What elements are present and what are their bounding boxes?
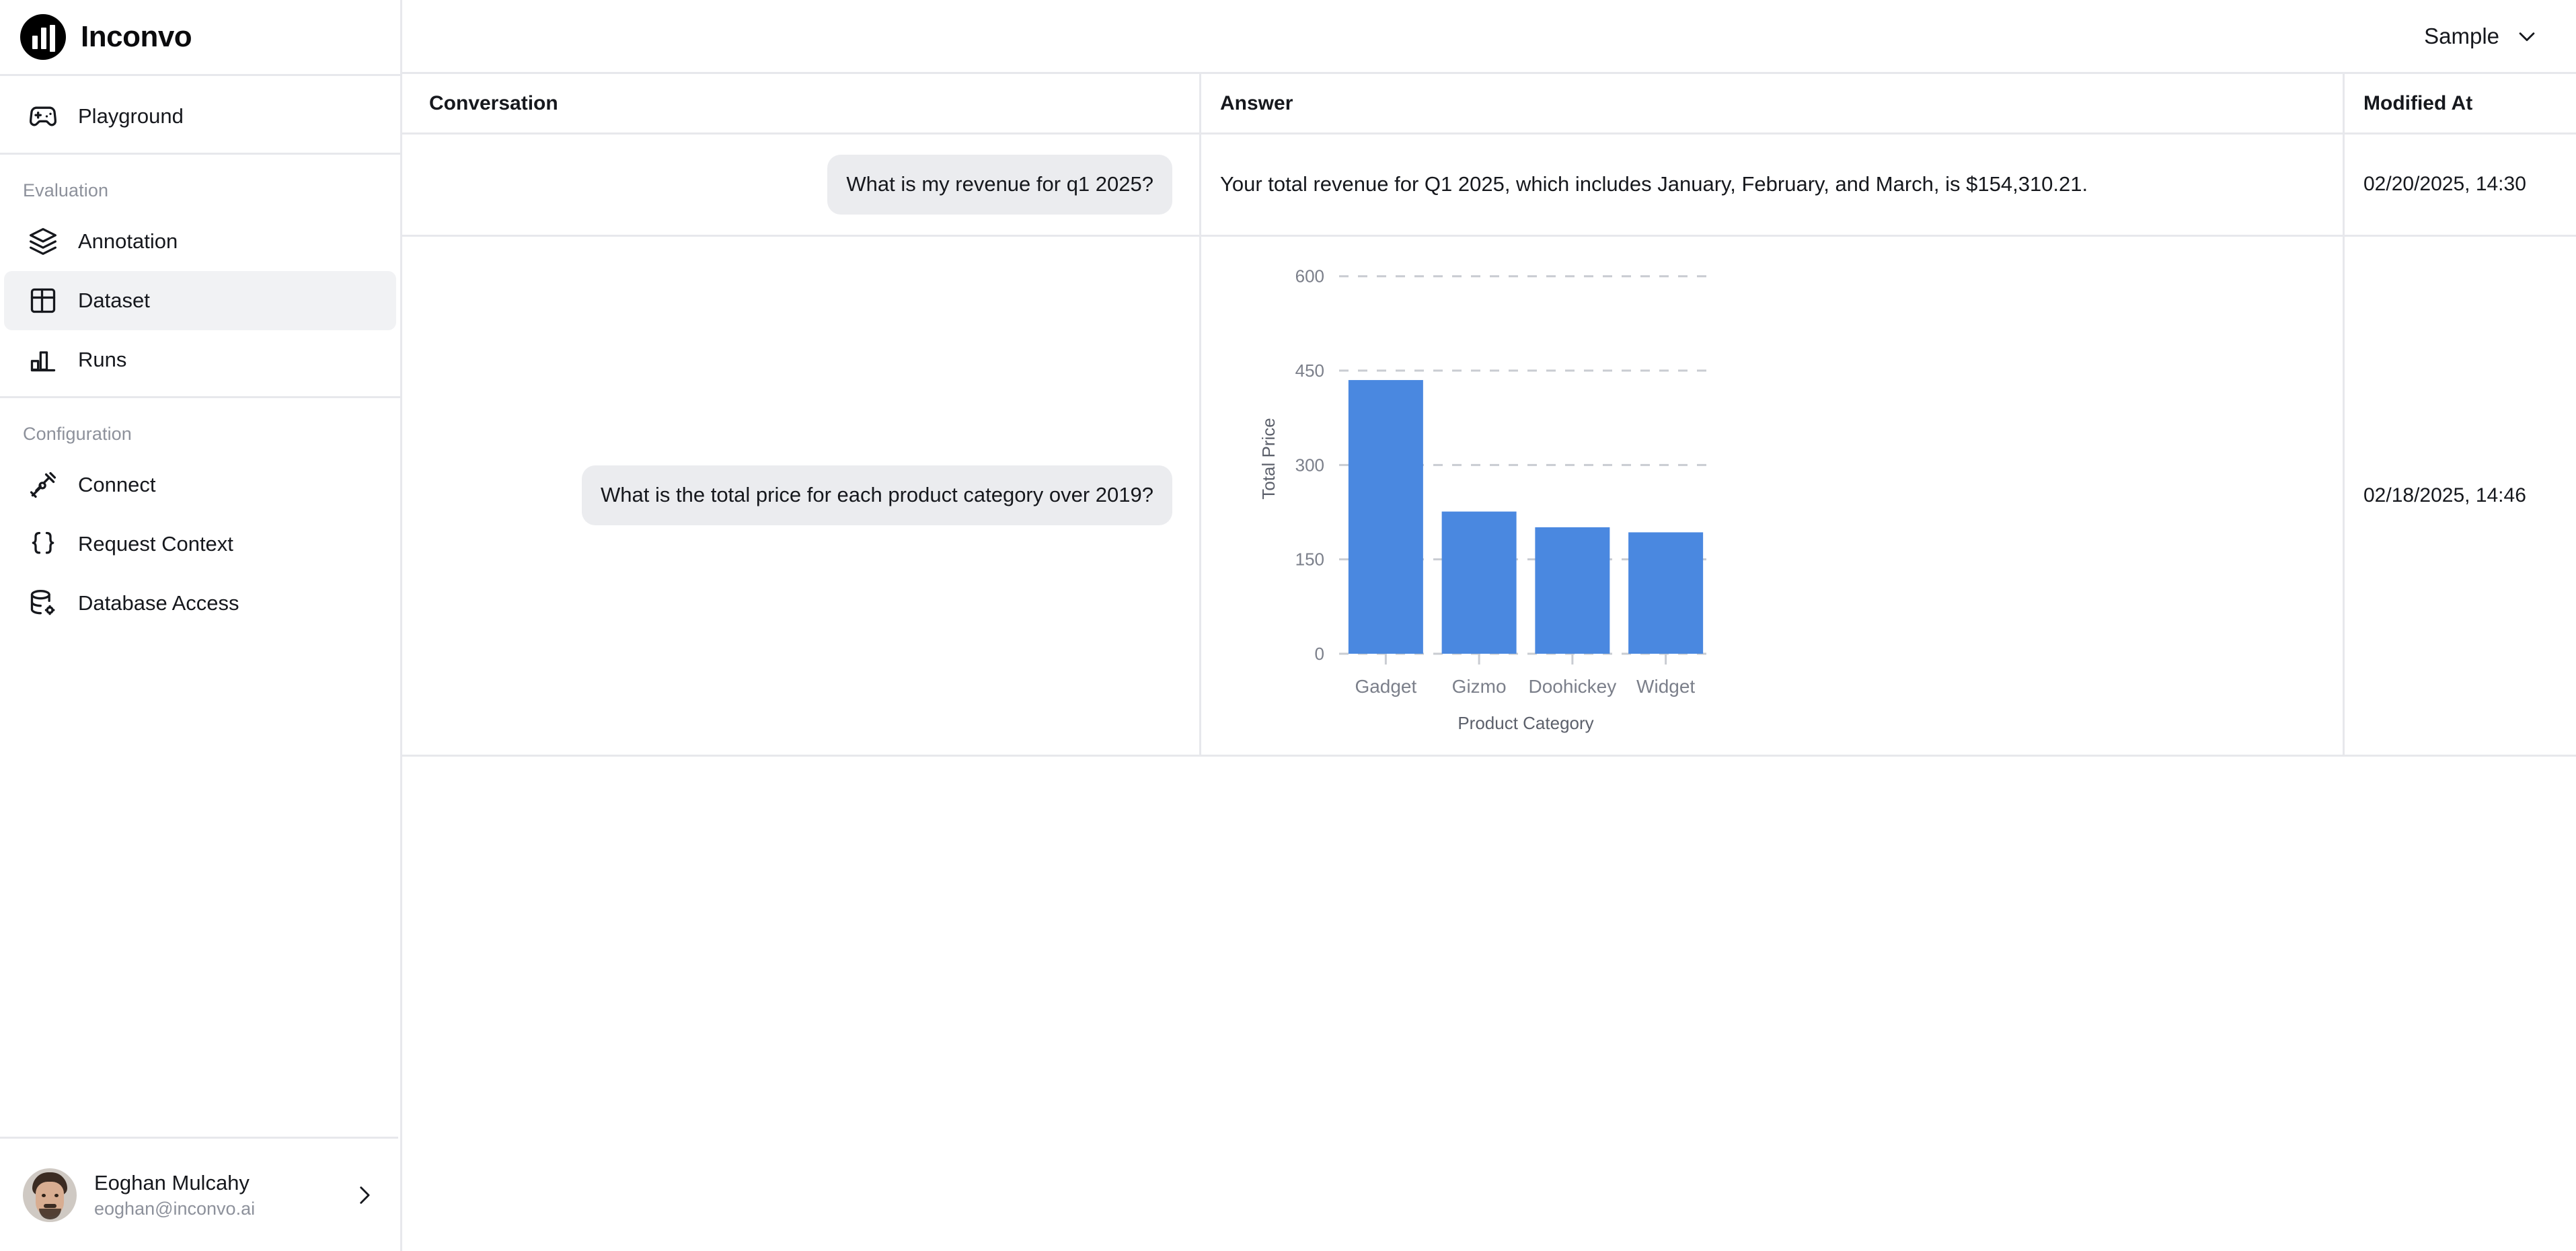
sidebar-item-database-access[interactable]: Database Access xyxy=(4,574,396,633)
sidebar-item-label: Dataset xyxy=(78,289,150,312)
bar-chart-icon xyxy=(27,344,59,376)
user-message-bubble: What is the total price for each product… xyxy=(582,465,1172,526)
table-header-row: Conversation Answer Modified At xyxy=(402,74,2576,135)
column-header-modified-at[interactable]: Modified At xyxy=(2343,74,2576,132)
table-row[interactable]: What is my revenue for q1 2025? Your tot… xyxy=(402,135,2576,237)
user-profile-card[interactable]: Eoghan Mulcahy eoghan@inconvo.ai xyxy=(0,1137,398,1251)
modified-at-text: 02/20/2025, 14:30 xyxy=(2363,173,2526,196)
cell-conversation: What is my revenue for q1 2025? xyxy=(402,135,1199,235)
sidebar-item-label: Request Context xyxy=(78,532,233,556)
sidebar-item-playground[interactable]: Playground xyxy=(4,87,396,146)
avatar xyxy=(23,1168,77,1222)
table-row[interactable]: What is the total price for each product… xyxy=(402,236,2576,757)
svg-text:300: 300 xyxy=(1295,455,1324,475)
svg-text:150: 150 xyxy=(1295,549,1324,570)
cell-modified-at: 02/18/2025, 14:46 xyxy=(2343,236,2576,755)
bar-chart-svg: 0 150 300 450 600 Gadget Gizmo Doohickey Widget P… xyxy=(1258,266,1712,733)
gamepad-icon xyxy=(27,100,59,132)
brand-name: Inconvo xyxy=(81,20,192,53)
cell-answer: Your total revenue for Q1 2025, which in… xyxy=(1199,135,2343,235)
column-header-answer[interactable]: Answer xyxy=(1199,74,2343,132)
cell-answer: 0 150 300 450 600 Gadget Gizmo Doohickey Widget P… xyxy=(1199,236,2343,755)
sidebar-item-request-context[interactable]: Request Context xyxy=(4,515,396,574)
sidebar-item-label: Playground xyxy=(78,104,184,128)
sidebar-item-connect[interactable]: Connect xyxy=(4,455,396,515)
sidebar-item-annotation[interactable]: Annotation xyxy=(4,212,396,271)
sidebar: Inconvo Playground Evaluation Annotation… xyxy=(0,0,402,1251)
user-meta: Eoghan Mulcahy eoghan@inconvo.ai xyxy=(94,1171,335,1219)
modified-at-text: 02/18/2025, 14:46 xyxy=(2363,484,2526,506)
answer-chart: 0 150 300 450 600 Gadget Gizmo Doohickey Widget P… xyxy=(1201,237,1733,755)
layers-icon xyxy=(27,225,59,258)
svg-text:450: 450 xyxy=(1295,361,1324,381)
sidebar-item-dataset[interactable]: Dataset xyxy=(4,271,396,330)
table-grid-icon xyxy=(27,285,59,317)
svg-text:0: 0 xyxy=(1315,644,1324,664)
database-gear-icon xyxy=(27,587,59,619)
sidebar-item-label: Runs xyxy=(78,348,127,371)
nav-group-configuration: Configuration Connect Request Context Da… xyxy=(0,398,400,640)
workspace-selector[interactable]: Sample xyxy=(2424,24,2538,49)
svg-text:600: 600 xyxy=(1295,266,1324,287)
svg-text:Doohickey: Doohickey xyxy=(1529,676,1617,697)
chevron-right-icon[interactable] xyxy=(352,1184,375,1207)
chevron-down-icon[interactable] xyxy=(2515,25,2538,48)
curly-braces-icon xyxy=(27,528,59,560)
sidebar-item-label: Connect xyxy=(78,473,156,496)
user-email: eoghan@inconvo.ai xyxy=(94,1198,256,1219)
column-header-conversation[interactable]: Conversation xyxy=(402,74,1199,132)
app-root: Inconvo Playground Evaluation Annotation… xyxy=(0,0,2576,1251)
nav-group-label-evaluation: Evaluation xyxy=(23,180,109,200)
svg-text:Widget: Widget xyxy=(1636,676,1695,697)
brand[interactable]: Inconvo xyxy=(0,0,400,74)
topbar: Sample xyxy=(402,0,2576,74)
plug-connect-icon xyxy=(27,469,59,501)
answer-text: Your total revenue for Q1 2025, which in… xyxy=(1220,172,2088,196)
svg-text:Gadget: Gadget xyxy=(1355,676,1416,697)
svg-text:Gizmo: Gizmo xyxy=(1452,676,1507,697)
svg-text:Product Category: Product Category xyxy=(1457,713,1593,733)
dataset-table: Conversation Answer Modified At What is … xyxy=(402,74,2576,757)
bar-chart-logo-icon xyxy=(20,14,66,60)
main-content: Sample Conversation Answer Modified At W… xyxy=(402,0,2576,1251)
sidebar-item-runs[interactable]: Runs xyxy=(4,330,396,389)
sidebar-item-label: Database Access xyxy=(78,591,239,615)
user-message-bubble: What is my revenue for q1 2025? xyxy=(827,155,1172,215)
nav-group-label-configuration: Configuration xyxy=(23,424,132,444)
user-name: Eoghan Mulcahy xyxy=(94,1170,250,1195)
nav-group-evaluation: Evaluation Annotation Dataset Runs xyxy=(0,155,400,396)
nav-primary: Playground xyxy=(0,76,400,153)
svg-text:Total Price: Total Price xyxy=(1258,418,1279,499)
sidebar-item-label: Annotation xyxy=(78,229,178,253)
workspace-name: Sample xyxy=(2424,23,2499,48)
cell-conversation: What is the total price for each product… xyxy=(402,237,1199,755)
cell-modified-at: 02/20/2025, 14:30 xyxy=(2343,135,2576,235)
